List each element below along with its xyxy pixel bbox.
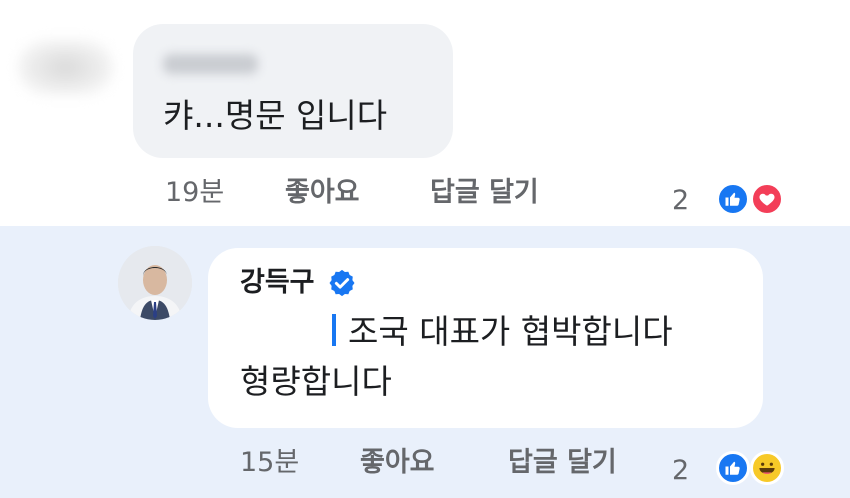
comment-2-reaction-count[interactable]: 2 bbox=[672, 454, 689, 488]
author-name[interactable]: 강득구 bbox=[240, 266, 315, 300]
like-icon[interactable] bbox=[716, 182, 750, 216]
blurred-avatar bbox=[18, 40, 113, 95]
tag-marker bbox=[332, 314, 336, 346]
comment-1-section: 캬...명문 입니다 19분 좋아요 답글 달기 2 bbox=[0, 0, 850, 226]
comment-1-like-button[interactable]: 좋아요 bbox=[285, 176, 360, 210]
comment-2-like-button[interactable]: 좋아요 bbox=[360, 446, 435, 480]
comment-2-text-line2: 형량합니다 bbox=[240, 362, 392, 401]
comment-1-text: 캬...명문 입니다 bbox=[163, 96, 388, 135]
verified-badge-icon bbox=[329, 269, 355, 297]
love-icon[interactable] bbox=[750, 182, 784, 216]
blurred-tag bbox=[218, 310, 336, 352]
avatar[interactable] bbox=[118, 246, 192, 320]
haha-icon[interactable] bbox=[750, 451, 784, 485]
comment-1-reply-button[interactable]: 답글 달기 bbox=[430, 176, 539, 210]
comment-2-reply-button[interactable]: 답글 달기 bbox=[508, 446, 617, 480]
like-icon[interactable] bbox=[716, 451, 750, 485]
author-row: 강득구 bbox=[240, 266, 357, 300]
comment-1-time: 19분 bbox=[165, 177, 225, 208]
comment-2-time: 15분 bbox=[240, 447, 300, 478]
comment-2-text-line1: 조국 대표가 협박합니다 bbox=[348, 312, 673, 351]
comment-2-bubble: 강득구 조국 대표가 협박합니다 형량합니다 bbox=[208, 248, 763, 428]
comment-1-bubble: 캬...명문 입니다 bbox=[133, 24, 453, 158]
comment-1-reaction-count[interactable]: 2 bbox=[672, 184, 689, 218]
blurred-author-name bbox=[163, 54, 258, 74]
author-photo-icon bbox=[118, 246, 192, 320]
